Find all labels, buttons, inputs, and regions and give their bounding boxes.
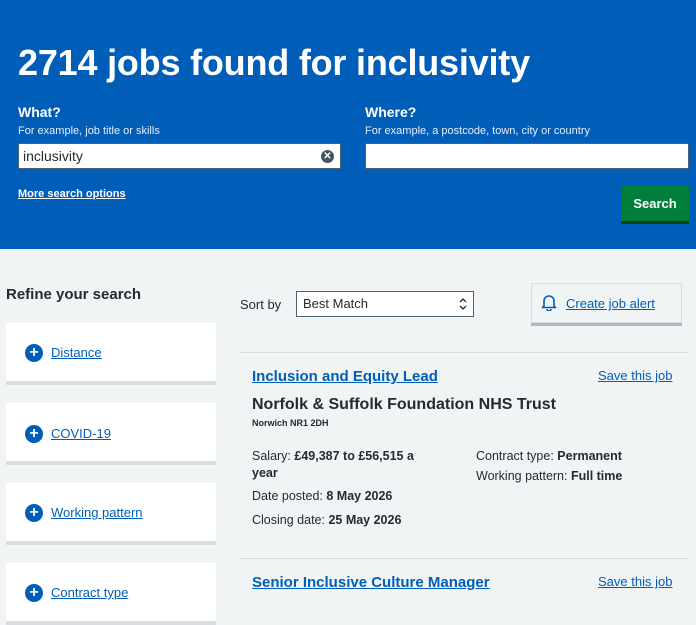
divider <box>240 352 688 353</box>
job-salary: Salary: £49,387 to £56,515 a year <box>252 448 452 482</box>
what-input[interactable]: inclusivity ✕ <box>18 143 341 169</box>
save-job-link[interactable]: Save this job <box>598 368 672 383</box>
select-chevron-icon <box>459 292 467 325</box>
filter-contract-type[interactable]: + Contract type <box>6 563 216 625</box>
create-job-alert-button[interactable]: Create job alert <box>531 283 682 323</box>
plus-icon: + <box>25 584 43 602</box>
divider <box>240 558 688 559</box>
plus-icon: + <box>25 344 43 362</box>
filter-covid[interactable]: + COVID-19 <box>6 403 216 465</box>
salary-value-cont: year <box>252 466 278 480</box>
job-employer: Norfolk & Suffolk Foundation NHS Trust <box>252 396 556 413</box>
bell-icon <box>541 294 557 316</box>
search-banner: 2714 jobs found for inclusivity What? Fo… <box>0 0 696 249</box>
where-input[interactable] <box>365 143 689 169</box>
contract-type-label: Contract type: <box>476 449 558 463</box>
closing-date-label: Closing date: <box>252 513 329 527</box>
job-closing-date: Closing date: 25 May 2026 <box>252 512 401 529</box>
job-working-pattern: Working pattern: Full time <box>476 468 622 485</box>
filter-contract-type-link[interactable]: Contract type <box>51 585 128 600</box>
sort-select[interactable]: Best Match <box>296 291 474 317</box>
where-hint: For example, a postcode, town, city or c… <box>365 125 590 137</box>
more-search-options-link[interactable]: More search options <box>18 188 126 200</box>
sort-label: Sort by <box>240 297 282 312</box>
job-title-link[interactable]: Senior Inclusive Culture Manager <box>252 574 490 591</box>
job-title-link[interactable]: Inclusion and Equity Lead <box>252 368 438 385</box>
plus-icon: + <box>25 425 43 443</box>
what-input-value: inclusivity <box>23 148 83 164</box>
date-posted-label: Date posted: <box>252 489 327 503</box>
plus-icon: + <box>25 504 43 522</box>
what-hint: For example, job title or skills <box>18 125 160 137</box>
salary-label: Salary: <box>252 449 295 463</box>
job-date-posted: Date posted: 8 May 2026 <box>252 488 392 505</box>
filter-working-pattern-link[interactable]: Working pattern <box>51 505 143 520</box>
working-pattern-label: Working pattern: <box>476 469 571 483</box>
filter-covid-link[interactable]: COVID-19 <box>51 426 111 441</box>
salary-value: £49,387 to £56,515 a <box>294 449 414 463</box>
job-location: Norwich NR1 2DH <box>252 418 329 428</box>
date-posted-value: 8 May 2026 <box>326 489 393 503</box>
job-contract-type: Contract type: Permanent <box>476 448 622 465</box>
search-button[interactable]: Search <box>621 186 689 221</box>
clear-icon[interactable]: ✕ <box>321 150 334 163</box>
contract-type-value: Permanent <box>557 449 622 463</box>
what-label: What? <box>18 104 61 120</box>
create-job-alert-link[interactable]: Create job alert <box>566 296 655 311</box>
refine-title: Refine your search <box>6 286 142 303</box>
save-job-link[interactable]: Save this job <box>598 574 672 589</box>
closing-date-value: 25 May 2026 <box>328 513 402 527</box>
where-label: Where? <box>365 104 417 120</box>
sort-selected-value: Best Match <box>303 296 369 311</box>
working-pattern-value: Full time <box>570 469 623 483</box>
filter-distance-link[interactable]: Distance <box>51 345 102 360</box>
filter-distance[interactable]: + Distance <box>6 323 216 385</box>
page-title: 2714 jobs found for inclusivity <box>18 42 530 83</box>
filter-working-pattern[interactable]: + Working pattern <box>6 483 216 545</box>
